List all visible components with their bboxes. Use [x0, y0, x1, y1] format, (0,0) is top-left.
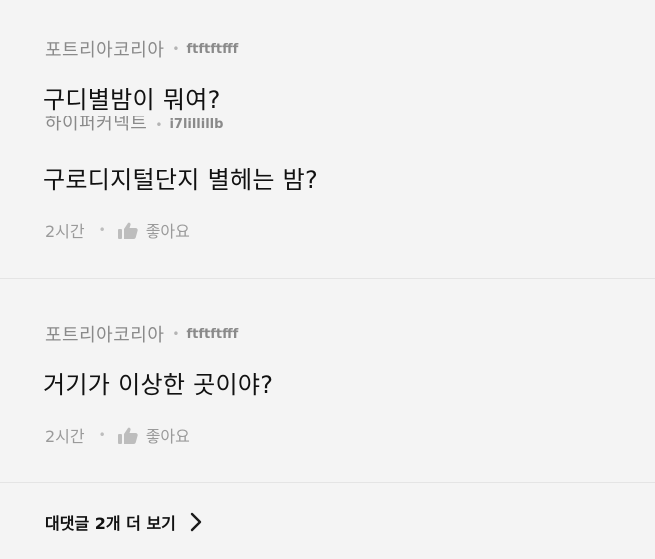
separator-dot: • — [98, 428, 106, 442]
separator-dot: • — [155, 118, 163, 132]
author-id: ftftftfff — [186, 41, 239, 57]
like-label: 좋아요 — [145, 427, 190, 446]
chevron-right-icon — [190, 512, 202, 532]
comment-author-row: 포트리아코리아 • ftftftfff — [45, 36, 238, 62]
author-name[interactable]: 포트리아코리아 — [45, 321, 164, 347]
comment-text: 구디별밤이 뭐여? — [43, 86, 221, 114]
comment-meta: 2시간 • 좋아요 — [45, 218, 190, 242]
separator-dot: • — [172, 42, 180, 56]
author-name[interactable]: 포트리아코리아 — [45, 36, 164, 62]
separator-dot: • — [98, 223, 106, 237]
comment-meta: 2시간 • 좋아요 — [45, 423, 190, 447]
comment-author-row: 포트리아코리아 • ftftftfff — [45, 321, 238, 347]
comment-time: 2시간 — [45, 427, 85, 446]
author-id: ftftftfff — [186, 326, 239, 342]
thumbs-up-icon — [117, 222, 138, 239]
comment-author-row: 하이퍼커넥트 • i7lillillb — [45, 116, 223, 132]
more-replies-button[interactable]: 대댓글 2개 더 보기 — [45, 510, 202, 534]
comment-text: 거기가 이상한 곳이야? — [43, 371, 274, 399]
like-button[interactable]: 좋아요 — [117, 423, 190, 447]
thumbs-up-icon — [117, 427, 138, 444]
author-id: i7lillillb — [169, 117, 224, 132]
comment-text: 구로디지털단지 별헤는 밤? — [43, 166, 319, 194]
like-button[interactable]: 좋아요 — [117, 218, 190, 242]
separator-dot: • — [172, 327, 180, 341]
author-name[interactable]: 하이퍼커넥트 — [45, 116, 147, 132]
divider — [0, 482, 655, 483]
like-label: 좋아요 — [145, 222, 190, 241]
divider — [0, 278, 655, 279]
comment-thread: 포트리아코리아 • ftftftfff 구디별밤이 뭐여? 하이퍼커넥트 • i… — [0, 0, 655, 559]
more-replies-label: 대댓글 2개 더 보기 — [45, 514, 176, 533]
comment-time: 2시간 — [45, 222, 85, 241]
